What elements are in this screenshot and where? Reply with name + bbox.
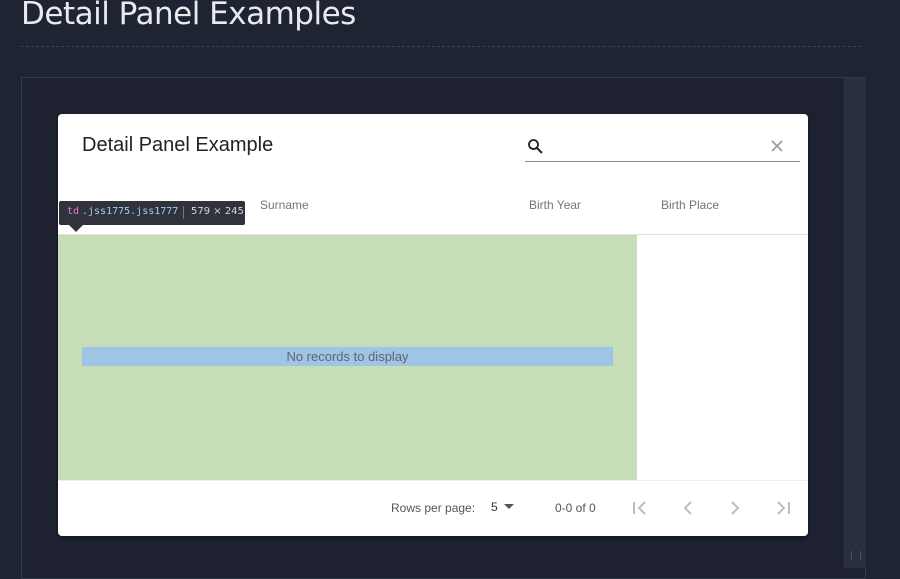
page-info: 0-0 of 0 xyxy=(555,501,596,515)
footer-divider xyxy=(58,480,808,481)
table-title: Detail Panel Example xyxy=(82,134,274,156)
previous-page-icon[interactable] xyxy=(676,497,700,519)
search-field[interactable] xyxy=(525,132,800,162)
tooltip-arrow xyxy=(69,225,83,232)
column-header-surname[interactable]: Surname xyxy=(260,198,309,212)
column-header-birth-year[interactable]: Birth Year xyxy=(529,198,581,212)
clear-icon[interactable] xyxy=(769,138,785,154)
inspector-tooltip: td .jss1775.jss1777 579 × 245 xyxy=(59,201,245,225)
rows-per-page-label: Rows per page: xyxy=(391,501,476,515)
dropdown-arrow-icon xyxy=(504,504,514,509)
search-icon xyxy=(528,139,543,154)
tooltip-separator xyxy=(183,206,184,219)
page-title: Detail Panel Examples xyxy=(21,0,356,32)
search-input[interactable] xyxy=(553,136,767,158)
empty-table-cell: No records to display xyxy=(58,235,637,480)
scrollbar-track[interactable] xyxy=(844,78,866,568)
next-page-icon[interactable] xyxy=(723,497,747,519)
last-page-icon[interactable] xyxy=(771,497,795,519)
rows-per-page-select[interactable]: 5 xyxy=(490,499,520,517)
tooltip-dimensions: 579 × 245 xyxy=(191,206,244,217)
first-page-icon[interactable] xyxy=(628,497,652,519)
tooltip-tag: td xyxy=(67,206,80,217)
tooltip-classes: .jss1775.jss1777 xyxy=(82,206,179,217)
empty-message: No records to display xyxy=(82,347,613,366)
column-header-birth-place[interactable]: Birth Place xyxy=(661,198,719,212)
table-card: Detail Panel Example Surname Birth Year … xyxy=(58,114,808,536)
title-divider xyxy=(21,46,861,47)
scrollbar-grip[interactable] xyxy=(851,551,861,560)
rows-per-page-value: 5 xyxy=(491,500,498,514)
